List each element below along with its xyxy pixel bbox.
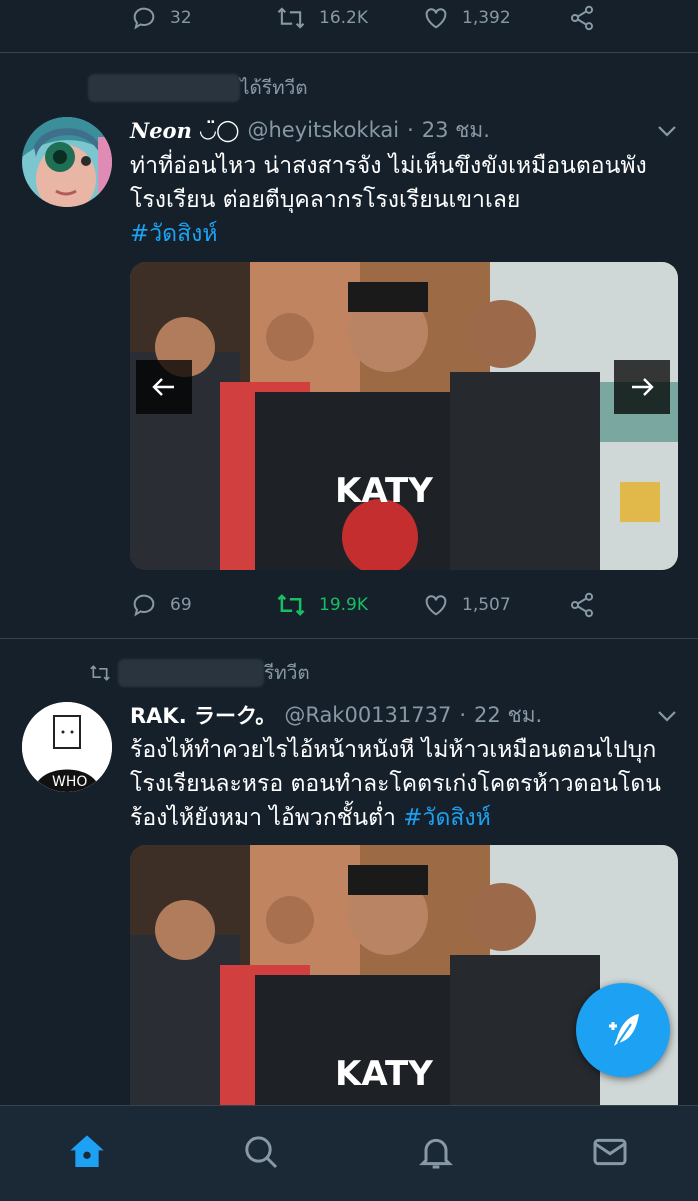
user-handle[interactable]: @Rak00131737 (284, 703, 451, 727)
prev-arrow-icon (152, 378, 174, 396)
hashtag-link[interactable]: #วัดสิงห์ (403, 805, 491, 831)
redacted-username (118, 659, 264, 687)
reply-icon (133, 7, 155, 30)
next-image-button[interactable] (614, 360, 670, 414)
retweeted-by[interactable]: รีทวีต (88, 658, 310, 688)
reply-count: 32 (170, 8, 192, 28)
avatar[interactable] (22, 117, 112, 207)
reply-icon (133, 594, 155, 617)
tweet-header: Neon ◡̈◯ @heyitskokkai · 23 ชม. (130, 114, 638, 146)
like-icon (425, 8, 447, 29)
search-icon (245, 1136, 278, 1169)
retweet-button[interactable]: 19.9K (275, 585, 368, 625)
messages-icon (593, 1138, 627, 1166)
avatar-image: WHO (22, 702, 112, 792)
compose-tweet-button[interactable] (576, 983, 670, 1077)
display-name[interactable]: RAK. ラーク。 (130, 700, 276, 730)
tweet-text: ร้องไห้ทำควยไรไอ้หน้าหนังหี ไม่ห้าวเหมือ… (130, 733, 680, 835)
share-icon (570, 5, 594, 31)
user-handle[interactable]: @heyitskokkai (248, 118, 400, 142)
like-button[interactable]: 1,392 (422, 0, 511, 38)
bottom-navigation (0, 1105, 698, 1201)
like-button[interactable]: 1,507 (422, 585, 511, 625)
retweet-count: 16.2K (319, 8, 368, 28)
notifications-icon (419, 1138, 453, 1169)
tweet-time[interactable]: 23 ชม. (422, 114, 490, 147)
reply-button[interactable]: 32 (130, 0, 192, 38)
hashtag-link[interactable]: #วัดสิงห์ (130, 221, 218, 247)
retweet-icon (277, 594, 305, 616)
reply-button[interactable]: 69 (130, 585, 192, 625)
like-count: 1,507 (462, 595, 511, 615)
display-name[interactable]: Neon (130, 118, 192, 143)
chevron-down-icon[interactable] (657, 124, 677, 138)
share-button[interactable] (568, 585, 596, 625)
redacted-username (88, 74, 240, 102)
divider (0, 638, 698, 639)
like-icon (425, 595, 447, 616)
tweet-body: ท่าที่อ่อนไหว น่าสงสารจัง ไม่เห็นขึงขังเ… (130, 153, 647, 213)
share-button[interactable] (568, 0, 596, 38)
tab-home[interactable] (65, 1130, 109, 1174)
tweet-actions: 69 19.9K 1,507 (0, 585, 698, 625)
tweet-time[interactable]: 22 ชม. (474, 699, 542, 732)
reply-count: 69 (170, 595, 192, 615)
share-icon (570, 592, 594, 618)
tab-notifications[interactable] (414, 1130, 458, 1174)
compose-icon (609, 1014, 639, 1046)
tweet-header: RAK. ラーク。 @Rak00131737 · 22 ชม. (130, 699, 638, 731)
shirt-text: KATY (335, 471, 433, 511)
retweet-count: 19.9K (319, 595, 368, 615)
name-emoji: ◡̈◯ (199, 118, 240, 142)
tweet-text: ท่าที่อ่อนไหว น่าสงสารจัง ไม่เห็นขึงขังเ… (130, 149, 680, 251)
retweet-icon (90, 665, 110, 681)
separator-dot: · (407, 118, 414, 142)
tweet-media[interactable]: KATY (130, 262, 678, 570)
retweet-label: รีทวีต (264, 662, 310, 684)
retweeted-by[interactable]: ได้รีทวีต (88, 73, 308, 103)
chevron-down-icon[interactable] (657, 709, 677, 723)
retweet-button[interactable]: 16.2K (275, 0, 368, 38)
separator-dot: · (459, 703, 467, 727)
tab-messages[interactable] (588, 1130, 632, 1174)
tab-search[interactable] (239, 1130, 283, 1174)
shirt-text: KATY (335, 1054, 433, 1094)
media-photo: KATY (130, 262, 678, 570)
home-icon (70, 1135, 104, 1167)
top-tweet-actions: 32 16.2K 1,392 (0, 0, 698, 38)
avatar[interactable]: WHO (22, 702, 112, 792)
avatar-text: WHO (52, 774, 87, 790)
like-count: 1,392 (462, 8, 511, 28)
tweet-body: ร้องไห้ทำควยไรไอ้หน้าหนังหี ไม่ห้าวเหมือ… (130, 737, 661, 831)
retweet-icon (277, 7, 305, 29)
retweet-label: ได้รีทวีต (240, 77, 308, 99)
prev-image-button[interactable] (136, 360, 192, 414)
next-arrow-icon (632, 378, 654, 396)
avatar-image (22, 117, 112, 207)
divider (0, 52, 698, 53)
